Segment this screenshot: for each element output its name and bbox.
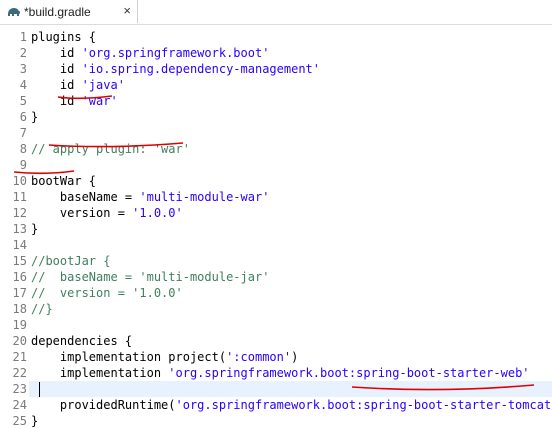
code-token: } (31, 414, 38, 428)
code-line[interactable]: //bootJar { (31, 253, 110, 269)
code-line[interactable]: implementation project(':common') (31, 349, 298, 365)
code-token: baseName = (31, 190, 139, 204)
line-number: 7 (0, 125, 27, 141)
code-token: plugins { (31, 30, 96, 44)
line-number: 2 (0, 45, 27, 61)
code-token: id (31, 46, 82, 60)
code-line[interactable]: id 'io.spring.dependency-management' (31, 61, 320, 77)
code-token: implementation project( (31, 350, 226, 364)
code-token: } (31, 110, 38, 124)
comment-token: // baseName = 'multi-module-jar' (31, 270, 269, 284)
comment-token: //bootJar { (31, 254, 110, 268)
string-token: 'org.springframework.boot' (82, 46, 270, 60)
code-token: dependencies { (31, 334, 132, 348)
code-line[interactable]: // baseName = 'multi-module-jar' (31, 269, 269, 285)
line-number: 13 (0, 221, 27, 237)
string-token: 'multi-module-war' (139, 190, 269, 204)
line-number: 25 (0, 413, 27, 429)
code-token: id (31, 78, 82, 92)
string-token: 'org.springframework.boot:spring-boot-st… (176, 398, 552, 412)
line-number: 17 (0, 285, 27, 301)
line-number: 19 (0, 317, 27, 333)
line-number: 14 (0, 237, 27, 253)
code-token: id (31, 94, 82, 108)
line-number: 9 (0, 157, 27, 173)
line-number: 16 (0, 269, 27, 285)
line-number: 18 (0, 301, 27, 317)
current-line-highlight (29, 381, 552, 397)
tab-title: *build.gradle (24, 5, 91, 19)
line-number: 24 (0, 397, 27, 413)
code-token: } (31, 222, 38, 236)
code-token: id (31, 62, 82, 76)
code-line[interactable]: version = '1.0.0' (31, 205, 183, 221)
line-number-gutter: 1234567891011121314151617181920212223242… (0, 25, 29, 405)
code-line[interactable]: } (31, 413, 38, 429)
code-token: version = (31, 206, 132, 220)
code-line[interactable]: id 'org.springframework.boot' (31, 45, 269, 61)
code-line[interactable]: // version = '1.0.0' (31, 285, 183, 301)
string-token: 'java' (82, 78, 125, 92)
line-number: 5 (0, 93, 27, 109)
line-number: 8 (0, 141, 27, 157)
code-token: implementation (31, 366, 168, 380)
code-line[interactable]: bootWar { (31, 173, 96, 189)
line-number: 22 (0, 365, 27, 381)
line-number: 12 (0, 205, 27, 221)
line-number: 10 (0, 173, 27, 189)
code-line[interactable]: //} (31, 301, 53, 317)
comment-token: //} (31, 302, 53, 316)
string-token: 'war' (82, 94, 118, 108)
code-line[interactable]: implementation 'org.springframework.boot… (31, 365, 530, 381)
line-number: 23 (0, 381, 27, 397)
line-number: 11 (0, 189, 27, 205)
comment-token: // apply plugin: 'war' (31, 142, 190, 156)
line-number: 6 (0, 109, 27, 125)
tab-build-gradle[interactable]: *build.gradle × (0, 0, 138, 23)
editor-tab-bar: *build.gradle × (0, 0, 552, 25)
code-line[interactable]: plugins { (31, 29, 96, 45)
code-line[interactable]: // apply plugin: 'war' (31, 141, 190, 157)
line-number: 1 (0, 29, 27, 45)
text-cursor (39, 382, 40, 397)
string-token: ':common' (226, 350, 291, 364)
code-line[interactable]: } (31, 221, 38, 237)
code-line[interactable]: id 'java' (31, 77, 125, 93)
string-token: 'io.spring.dependency-management' (82, 62, 320, 76)
close-icon[interactable]: × (123, 4, 131, 18)
line-number: 3 (0, 61, 27, 77)
line-number: 20 (0, 333, 27, 349)
code-line[interactable]: baseName = 'multi-module-war' (31, 189, 269, 205)
code-token: bootWar { (31, 174, 96, 188)
code-line[interactable]: id 'war' (31, 93, 118, 109)
line-number: 21 (0, 349, 27, 365)
line-number: 15 (0, 253, 27, 269)
string-token: '1.0.0' (132, 206, 183, 220)
code-token: providedRuntime( (31, 398, 176, 412)
comment-token: // version = '1.0.0' (31, 286, 183, 300)
code-line[interactable]: providedRuntime('org.springframework.boo… (31, 397, 552, 413)
code-editor[interactable]: 1234567891011121314151617181920212223242… (0, 25, 552, 405)
string-token: 'org.springframework.boot:spring-boot-st… (168, 366, 529, 380)
line-number: 4 (0, 77, 27, 93)
code-line[interactable]: dependencies { (31, 333, 132, 349)
code-token: ) (291, 350, 298, 364)
code-line[interactable]: } (31, 109, 38, 125)
gradle-elephant-icon (6, 5, 20, 19)
